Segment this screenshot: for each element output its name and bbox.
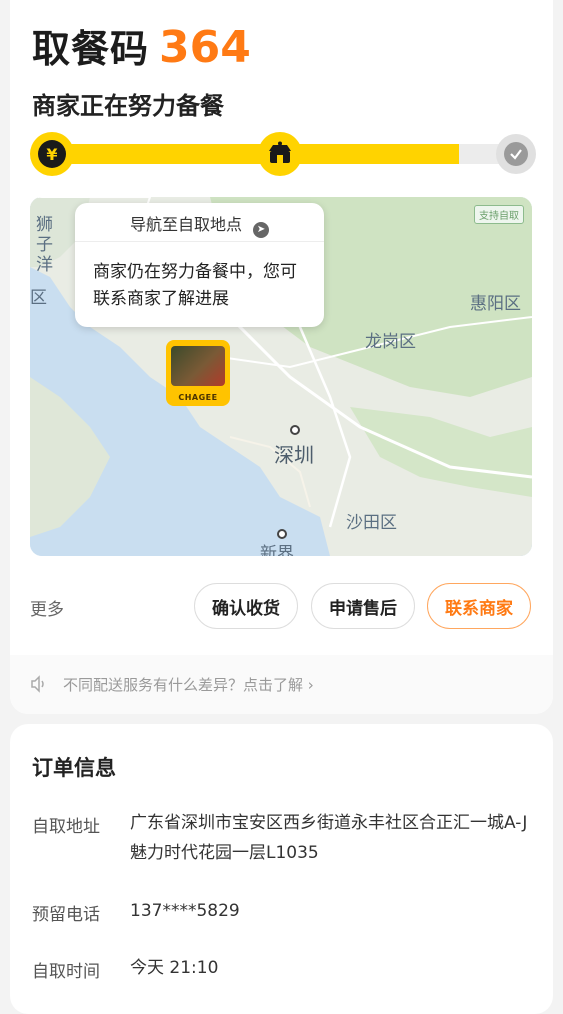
- pickup-code-row: 取餐码 364: [32, 18, 251, 74]
- map-label-longgang: 龙岗区: [365, 332, 416, 352]
- map-label-district: 区: [30, 288, 47, 308]
- bubble-divider: [75, 241, 324, 242]
- pickup-address-label: 自取地址: [32, 817, 100, 837]
- order-info-card: 订单信息 自取地址 广东省深圳市宝安区西乡街道永丰社区合正汇一城A-J魅力时代花…: [10, 724, 553, 1014]
- bubble-message: 商家仍在努力备餐中，您可联系商家了解进展: [93, 262, 297, 309]
- progress-bar: ¥: [30, 132, 536, 176]
- order-status-text: 商家正在努力备餐: [32, 92, 224, 120]
- navigate-link[interactable]: 导航至自取地点 ➤: [75, 211, 324, 238]
- phone-value: 137****5829: [130, 901, 240, 921]
- pickup-time-label: 自取时间: [32, 962, 100, 982]
- pickup-label: 取餐码: [32, 27, 150, 71]
- pickup-code: 364: [159, 22, 251, 73]
- map-label-shizi: 狮子洋: [36, 215, 53, 275]
- check-icon: [496, 134, 536, 174]
- phone-label: 预留电话: [32, 905, 100, 925]
- yen-icon: ¥: [30, 132, 74, 176]
- contact-merchant-button[interactable]: 联系商家: [427, 583, 531, 629]
- store-brand: CHAGEE: [178, 393, 218, 402]
- map-label-xinjie: 新界: [260, 544, 294, 556]
- after-sale-button[interactable]: 申请售后: [311, 583, 415, 629]
- confirm-receipt-button[interactable]: 确认收货: [194, 583, 298, 629]
- delivery-notice[interactable]: 不同配送服务有什么差异？点击了解 ›: [10, 655, 553, 714]
- notice-text: 不同配送服务有什么差异？点击了解 ›: [63, 676, 314, 694]
- order-info-title: 订单信息: [32, 756, 116, 780]
- map-label-shatian: 沙田区: [346, 513, 397, 533]
- progress-fill: [50, 144, 459, 164]
- pickup-support-tag: 支持自取: [474, 205, 524, 224]
- more-link[interactable]: 更多: [30, 595, 64, 620]
- speaker-icon: [31, 675, 44, 693]
- map-label-shenzhen: 深圳: [274, 443, 314, 467]
- navigate-arrow-icon: ➤: [253, 222, 270, 238]
- store-photo: [171, 346, 225, 386]
- navigate-label: 导航至自取地点: [129, 215, 242, 234]
- action-bar: 更多 确认收货 申请售后 联系商家: [30, 583, 532, 629]
- map-info-bubble: 导航至自取地点 ➤ 商家仍在努力备餐中，您可联系商家了解进展: [75, 203, 324, 327]
- pickup-address-value: 广东省深圳市宝安区西乡街道永丰社区合正汇一城A-J魅力时代花园一层L1035: [130, 813, 528, 863]
- map-label-huiyang: 惠阳区: [470, 294, 521, 314]
- pickup-time-value: 今天 21:10: [130, 958, 219, 978]
- shop-icon: [258, 132, 302, 176]
- store-marker[interactable]: CHAGEE: [166, 340, 230, 406]
